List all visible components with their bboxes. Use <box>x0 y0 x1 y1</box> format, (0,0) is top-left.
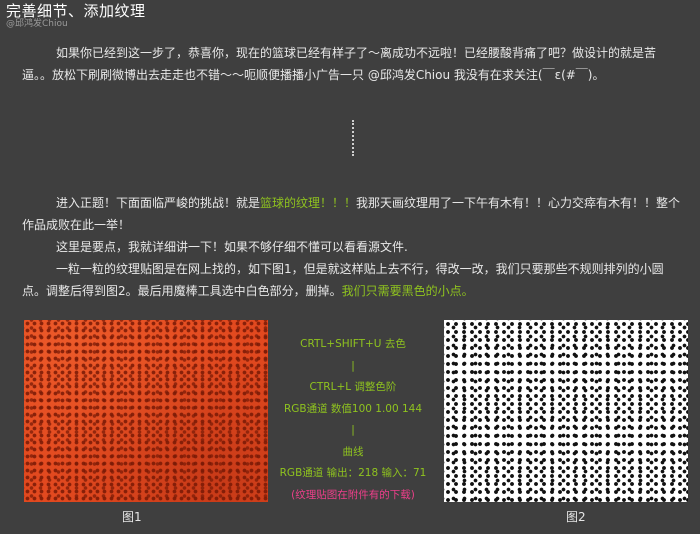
step-separator: | <box>351 424 355 436</box>
step-levels-values: RGB通道 数值100 1.00 144 <box>283 402 423 415</box>
key-point-paragraph: 这里是要点，我就详细讲一下！如果不够仔细不懂可以看看源文件. <box>22 236 684 258</box>
method-paragraph: 一粒一粒的纹理贴图是在网上找的，如下图1，但是就这样贴上去不行，得改一改，我们只… <box>22 258 684 302</box>
key-point-text: 这里是要点，我就详细讲一下！如果不够仔细不懂可以看看源文件. <box>56 240 408 254</box>
author-watermark: @邱鸿发Chiou <box>6 19 68 29</box>
step-curves: 曲线 <box>342 445 364 458</box>
dotted-divider <box>352 120 354 156</box>
texture-intro-highlight: 篮球的纹理！！！ <box>260 196 357 210</box>
figure-1-caption: 图1 <box>122 510 142 524</box>
texture-image-orange <box>24 320 268 502</box>
intro-paragraph: 如果你已经到这一步了，恭喜你，现在的篮球已经有样子了～离成功不远啦！已经腰酸背痛… <box>22 42 684 86</box>
step-separator: | <box>351 359 355 372</box>
step-desaturate: CRTL+SHIFT+U 去色 <box>300 338 406 350</box>
texture-intro-text-before: 进入正题！下面面临严峻的挑战！就是 <box>56 196 261 210</box>
intro-text: 如果你已经到这一步了，恭喜你，现在的篮球已经有样子了～离成功不远啦！已经腰酸背痛… <box>22 46 657 82</box>
adjustment-steps: CRTL+SHIFT+U 去色 | CTRL+L 调整色阶 RGB通道 数值10… <box>268 334 438 506</box>
texture-intro-paragraph: 进入正题！下面面临严峻的挑战！就是篮球的纹理！！！我那天画纹理用了一下午有木有！… <box>22 192 684 236</box>
step-levels: CTRL+L 调整色阶 <box>309 381 397 393</box>
method-highlight: 我们只需要黑色的小点。 <box>341 284 474 298</box>
step-curves-values: RGB通道 输出：218 输入：71 <box>279 467 427 479</box>
texture-image-dots <box>444 320 688 502</box>
figure-2-caption: 图2 <box>566 510 586 524</box>
download-note: (纹理贴图在附件有的下载) <box>291 488 415 501</box>
